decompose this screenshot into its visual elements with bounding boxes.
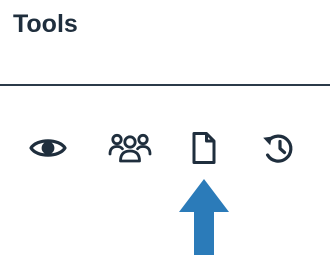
users-icon (108, 133, 152, 163)
panel-title: Tools (13, 10, 78, 38)
views-button[interactable] (26, 128, 70, 168)
people-button[interactable] (108, 128, 152, 168)
up-arrow-icon (179, 179, 229, 255)
document-button[interactable] (182, 128, 226, 168)
history-button[interactable] (256, 128, 300, 168)
document-icon (192, 132, 216, 164)
eye-icon (29, 139, 67, 157)
divider (0, 84, 330, 86)
history-icon (263, 134, 293, 163)
tools-toolbar (0, 128, 330, 168)
